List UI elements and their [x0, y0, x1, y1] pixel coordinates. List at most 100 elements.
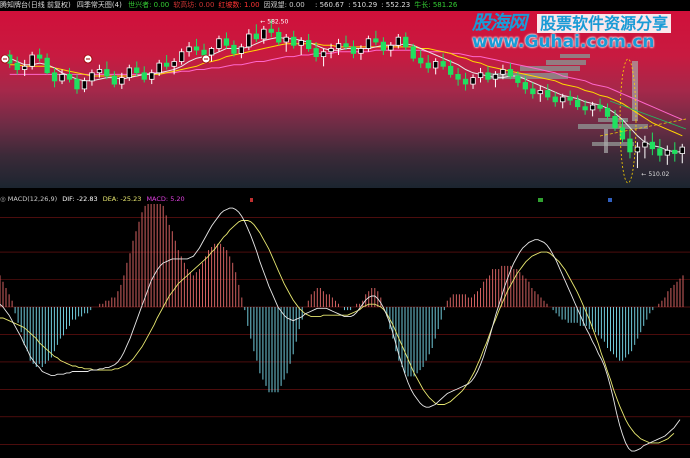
candle-body — [522, 82, 528, 90]
candle-body — [111, 75, 117, 85]
readout-item: 因观望: 0.00 — [263, 1, 305, 9]
candle-body — [477, 72, 484, 78]
candle-body — [44, 57, 50, 74]
candle-body — [343, 43, 349, 48]
candle-body — [455, 74, 461, 80]
candle-body — [313, 48, 319, 58]
price-readout-item: : 560.67 — [315, 1, 345, 9]
candle-body — [418, 57, 424, 64]
candle-body — [134, 67, 140, 74]
volume-profile-bar — [604, 129, 608, 153]
candle-body — [208, 48, 215, 56]
candle-body — [223, 38, 230, 46]
candle-body — [14, 62, 20, 70]
candle-body — [298, 40, 304, 46]
candle-body — [425, 62, 431, 69]
low-price-label: ← 510.02 — [641, 171, 669, 178]
macd-title: MACD(12,26,9) — [7, 195, 58, 203]
readout-item: 世兴者: 0.00 — [128, 1, 170, 9]
candle-body — [276, 31, 282, 43]
candle-body — [156, 62, 162, 74]
candle-body — [74, 78, 80, 90]
macd-value: 5.20 — [170, 195, 185, 203]
candle-body — [380, 41, 387, 51]
indicator-name: 四季常天图(4) — [76, 1, 122, 9]
candle-body — [552, 96, 558, 103]
watermark-tagline: 股票软件资源分享 — [537, 14, 672, 33]
candle-body — [358, 48, 364, 54]
readout-item: 软高坊: 0.00 — [173, 1, 215, 9]
candle-body — [388, 44, 394, 51]
candle-body — [104, 69, 110, 77]
candle-body — [657, 148, 663, 156]
candle-body — [37, 54, 43, 59]
candle-body — [597, 104, 603, 109]
candle-body — [403, 36, 409, 48]
candle-body — [186, 46, 192, 53]
readout-group: 世兴者: 0.00 软高坊: 0.00 红坡数: 1.00 因观望: 0.00 — [128, 1, 309, 9]
candle-body — [410, 46, 416, 59]
candle-body — [664, 149, 670, 156]
candle-body — [51, 72, 58, 82]
candle-body — [193, 46, 200, 51]
candle-body — [126, 67, 132, 79]
candle-body — [447, 65, 454, 75]
candle-body — [582, 106, 588, 111]
dea-line — [0, 220, 675, 444]
candle-body — [216, 38, 222, 49]
candle-body — [261, 28, 267, 40]
candle-body — [350, 46, 357, 54]
candle-body — [515, 75, 521, 83]
candle-body — [619, 127, 626, 140]
candle-body — [560, 96, 566, 103]
support-zone-box — [546, 60, 586, 65]
candle-body — [627, 138, 633, 153]
candle-body — [462, 78, 469, 85]
candle-body — [89, 72, 95, 82]
candle-body — [246, 33, 252, 48]
price-readout-item: : 510.29 — [348, 1, 378, 9]
high-price-label: ← 582.50 — [260, 18, 288, 25]
dif-value: -22.83 — [76, 195, 98, 203]
readout-item: 红坡数: 1.00 — [218, 1, 260, 9]
candle-body — [268, 28, 274, 33]
candle-body — [283, 36, 289, 43]
candle-body — [163, 62, 170, 67]
candle-body — [29, 54, 35, 67]
candle-body — [335, 43, 342, 49]
macd-settings-icon[interactable]: ◎ — [0, 195, 6, 203]
candle-body — [66, 74, 73, 80]
candle-body — [590, 104, 596, 111]
candle-body — [530, 88, 536, 95]
dea-label: DEA: — [102, 195, 119, 203]
watermark-name: 股海网 — [472, 12, 527, 34]
candle-body — [485, 72, 491, 80]
candle-body — [604, 107, 611, 117]
candle-body — [500, 69, 506, 75]
candle-body — [395, 36, 402, 46]
macd-chart-svg[interactable] — [0, 204, 690, 458]
candle-body — [201, 49, 207, 56]
candle-body — [679, 146, 685, 155]
dif-line — [0, 207, 681, 452]
candle-body — [440, 61, 446, 67]
candle-body — [567, 96, 573, 101]
candle-body — [373, 38, 379, 43]
support-zone-box — [560, 54, 590, 58]
candle-body — [507, 69, 514, 77]
macd-header: ◎ MACD(12,26,9) DIF: -22.83 DEA: -25.23 … — [0, 194, 690, 204]
dif-label: DIF: — [62, 195, 75, 203]
candle-body — [178, 51, 185, 62]
candle-body — [231, 44, 237, 54]
candle-body — [81, 80, 88, 90]
candle-body — [141, 72, 147, 80]
candle-body — [328, 48, 334, 53]
candle-body — [432, 61, 439, 69]
macd-label: MACD: — [146, 195, 169, 203]
candle-body — [320, 51, 327, 57]
candle-body — [492, 74, 499, 80]
price-readout-item: : 552.23 — [381, 1, 411, 9]
candle-body — [305, 40, 312, 50]
price-readout-item: 牛长: 581.26 — [414, 1, 458, 9]
candle-body — [291, 36, 297, 46]
